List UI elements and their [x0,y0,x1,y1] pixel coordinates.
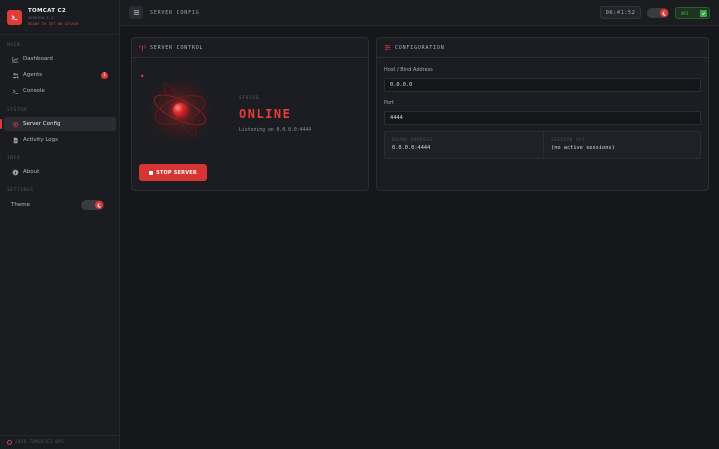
section-label-info: INFO [7,156,21,161]
theme-label: Theme [11,202,30,208]
page-title: SERVER CONFIG [150,10,200,16]
section-label-system: SYSTEM [7,108,27,113]
footer-text: 2026 TOMCATC2 OPS [15,440,65,445]
terminal-logo-icon [7,9,22,25]
configuration-header: CONFIGURATION [377,38,708,58]
session-cell: SESSION APT (no active sessions) [544,132,701,158]
section-label-settings: SETTINGS [7,188,34,193]
configuration-title: CONFIGURATION [395,44,445,51]
status-value: ONLINE [239,107,292,121]
sidebar-item-label: Console [23,88,45,94]
server-control-card: SERVER CONTROL ● STATUS ONLINE Listening… [131,37,369,191]
server-control-title: SERVER CONTROL [150,44,204,51]
moon-icon [95,201,103,209]
info-icon [11,168,19,176]
session-label: SESSION APT [551,137,586,142]
sliders-icon [384,44,391,51]
configuration-card: CONFIGURATION Host / Bind Address 0.0.0.… [376,37,709,191]
sidebar-item-server-config[interactable]: Server Config [0,117,116,131]
copyright-icon [7,440,12,445]
sidebar-item-theme: Theme [4,198,116,212]
sidebar-item-activity-logs[interactable]: Activity Logs [4,133,116,147]
brand-name: TOMCAT C2 [28,8,66,14]
hamburger-icon [133,10,139,15]
section-label-main: MAIN [7,43,21,48]
port-input[interactable]: 4444 [384,111,701,125]
brand-tagline: READY TO GET AN ATTACK [28,21,79,26]
chart-icon [11,55,19,63]
clock: 06:41:52 [600,6,641,19]
antenna-icon [139,44,146,51]
sidebar-item-label: Dashboard [23,56,53,62]
sidebar-item-dashboard[interactable]: Dashboard [4,52,116,66]
api-status-pill: API [675,7,710,19]
agents-count-badge: 1 [101,71,108,79]
shield-check-icon [700,10,707,17]
bound-address-value: 0.0.0.0:4444 [392,145,431,151]
sidebar-footer: 2026 TOMCATC2 OPS [0,435,120,449]
sidebar-item-agents[interactable]: Agents 1 [4,68,116,82]
theme-toggle[interactable] [81,200,104,210]
users-icon [11,71,19,79]
gear-icon [11,120,19,128]
terminal-icon [11,87,19,95]
sidebar: TOMCAT C2 VERSION 1.2 READY TO GET AN AT… [0,0,120,449]
port-label: Port [384,100,394,106]
listening-address: Listening on 0.0.0.0:4444 [239,128,312,133]
host-input[interactable]: 0.0.0.0 [384,78,701,92]
status-label: STATUS [239,96,260,101]
sidebar-item-label: Agents [23,72,43,78]
stop-icon [149,170,154,175]
sidebar-item-about[interactable]: About [4,165,116,179]
moon-icon [660,9,668,17]
api-status-label: API [681,10,689,16]
server-control-header: SERVER CONTROL [132,38,368,58]
server-info-row: BOUND ADDRESS 0.0.0.0:4444 SESSION APT (… [384,131,701,159]
stop-server-label: STOP SERVER [156,169,197,176]
sidebar-item-label: About [23,169,40,175]
bound-address-cell: BOUND ADDRESS 0.0.0.0:4444 [385,132,543,158]
topbar: SERVER CONFIG 06:41:52 API [120,0,719,26]
stop-server-button[interactable]: STOP SERVER [139,164,207,181]
sidebar-item-console[interactable]: Console [4,84,116,98]
menu-button[interactable] [129,6,143,19]
session-value: (no active sessions) [551,145,615,151]
bound-address-label: BOUND ADDRESS [392,137,433,142]
theme-toggle-top[interactable] [647,8,669,18]
sidebar-item-label: Server Config [23,121,61,127]
brand: TOMCAT C2 VERSION 1.2 READY TO GET AN AT… [0,0,119,35]
brand-version: VERSION 1.2 [28,15,54,20]
sidebar-item-label: Activity Logs [23,137,59,143]
status-dot-icon: ● [141,73,144,78]
document-icon [11,136,19,144]
server-orb [146,76,214,144]
host-label: Host / Bind Address [384,67,433,73]
